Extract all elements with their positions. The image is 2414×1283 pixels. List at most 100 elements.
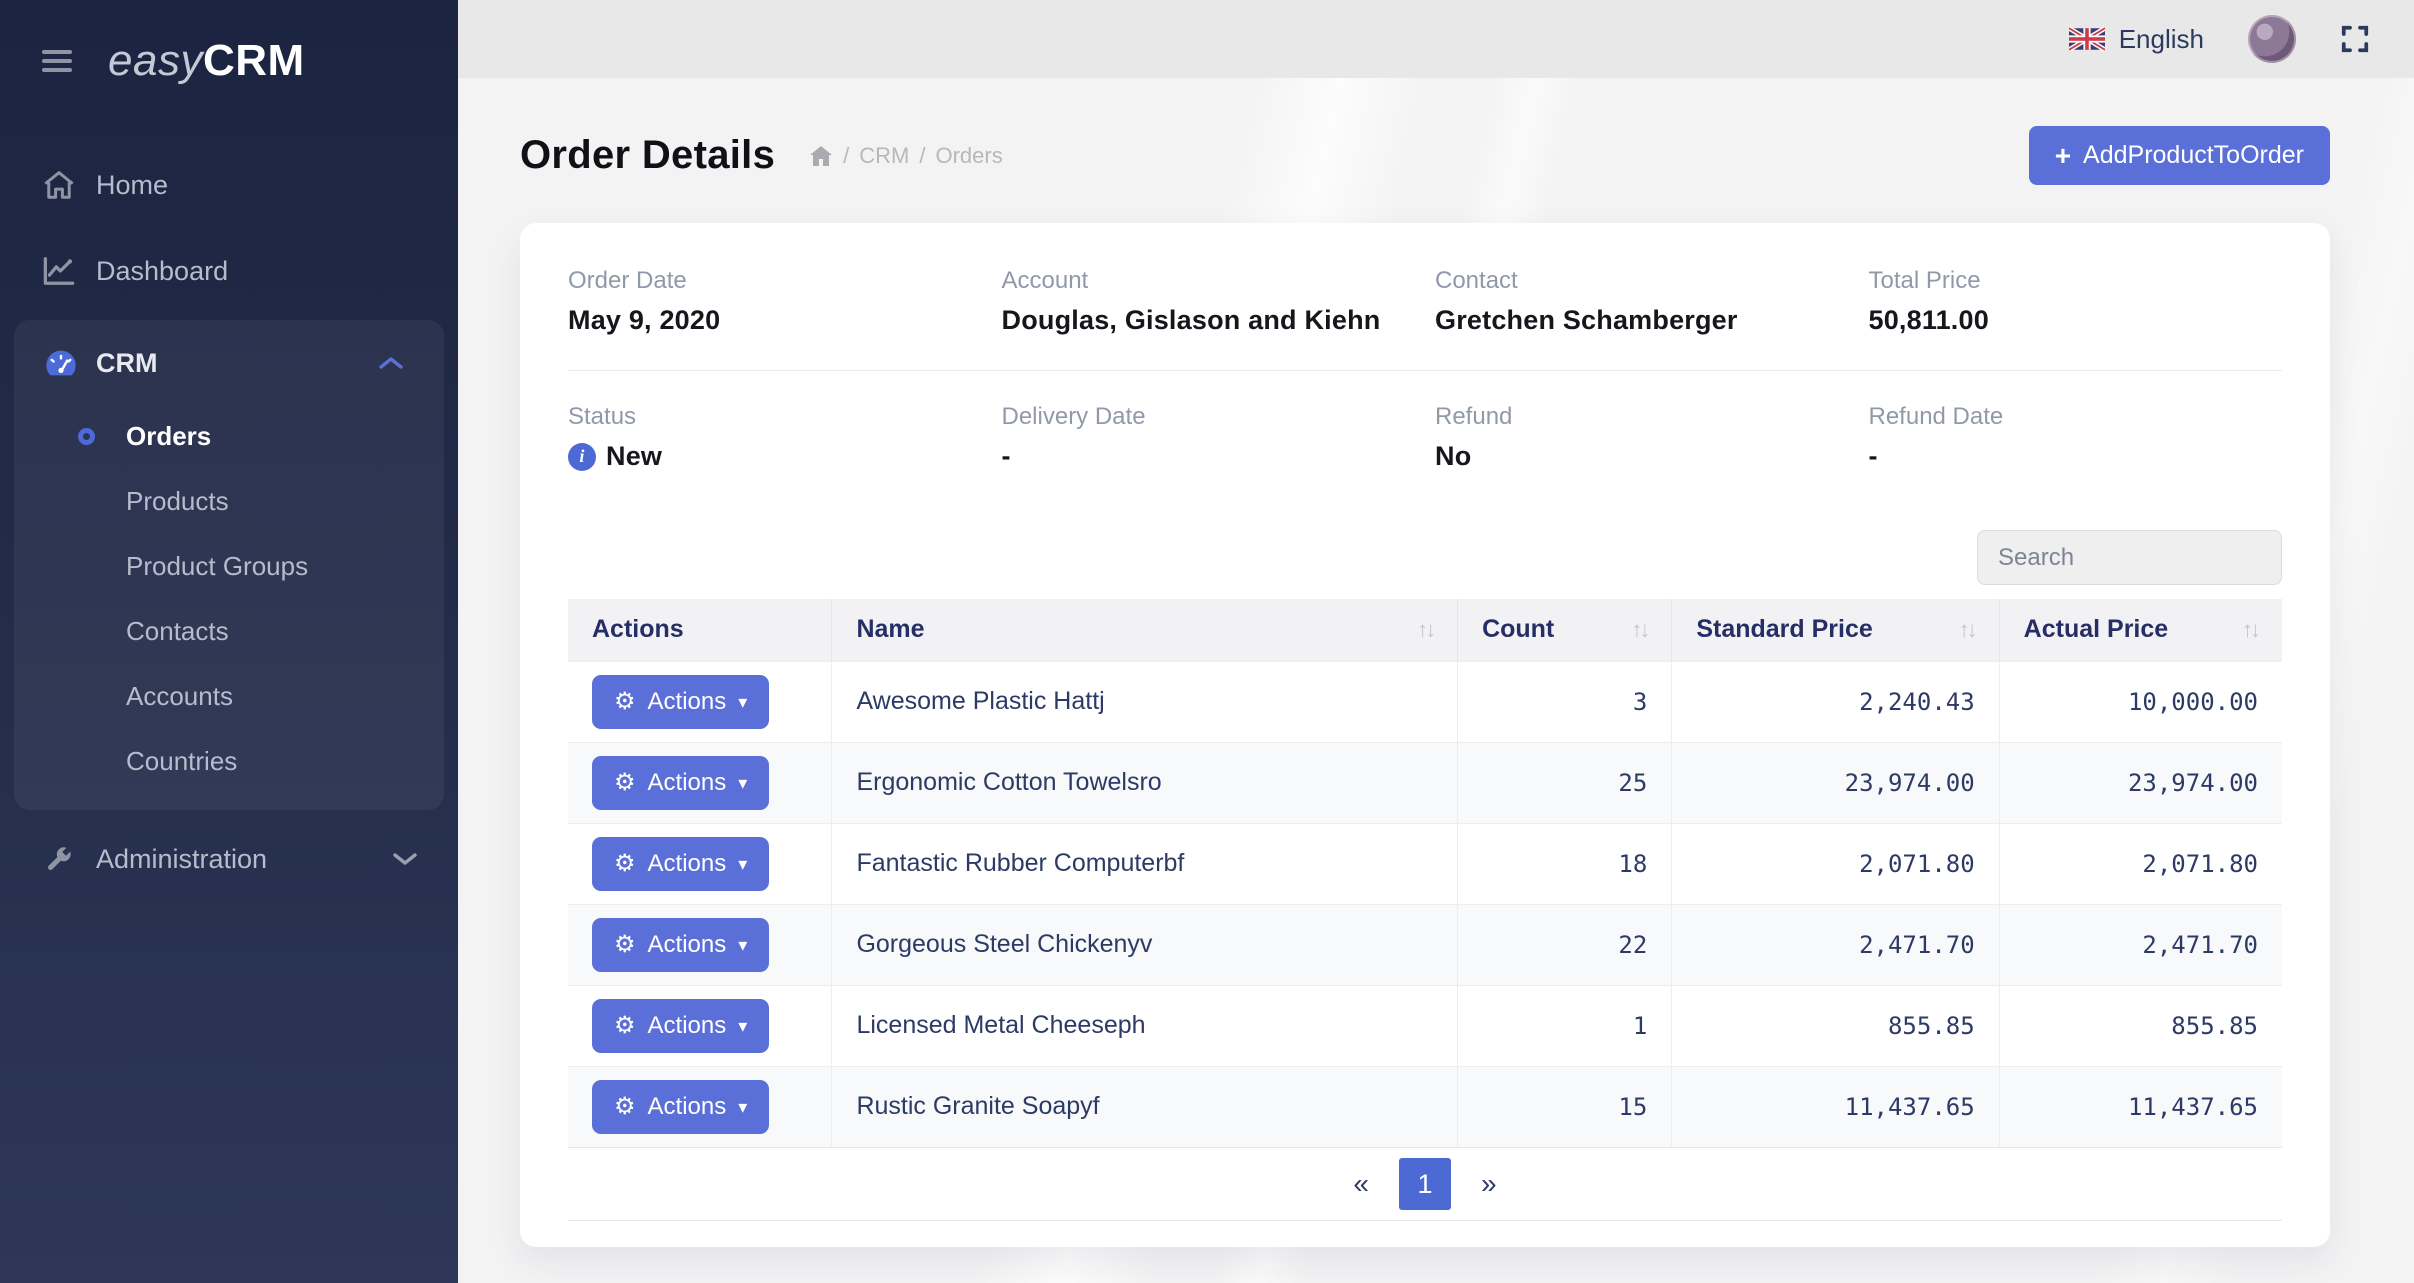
row-actions-button[interactable]: ⚙Actions▾ bbox=[592, 999, 769, 1053]
language-selector[interactable]: English bbox=[2069, 24, 2204, 55]
caret-down-icon: ▾ bbox=[738, 774, 747, 792]
field-value: No bbox=[1435, 441, 1849, 472]
sidebar-item-administration[interactable]: Administration bbox=[0, 816, 458, 902]
field-label: Status bbox=[568, 403, 982, 431]
gear-icon: ⚙ bbox=[614, 690, 636, 714]
column-header-name[interactable]: Name↑↓ bbox=[832, 599, 1458, 661]
row-actions-button[interactable]: ⚙Actions▾ bbox=[592, 918, 769, 972]
sort-icon[interactable]: ↑↓ bbox=[1417, 617, 1433, 643]
cell-count: 3 bbox=[1458, 661, 1672, 742]
field-label: Total Price bbox=[1869, 267, 2283, 295]
row-actions-button[interactable]: ⚙Actions▾ bbox=[592, 675, 769, 729]
cell-name: Ergonomic Cotton Towelsro bbox=[832, 742, 1458, 823]
sidebar-item-home[interactable]: Home bbox=[0, 142, 458, 228]
table-row: ⚙Actions▾ Gorgeous Steel Chickenyv 22 2,… bbox=[568, 904, 2282, 985]
field-value: 50,811.00 bbox=[1869, 305, 2283, 336]
field-status: Status i New bbox=[568, 403, 982, 472]
breadcrumb-link-orders[interactable]: Orders bbox=[935, 143, 1002, 169]
menu-icon[interactable] bbox=[42, 50, 72, 72]
field-order-date: Order Date May 9, 2020 bbox=[568, 267, 982, 336]
caret-down-icon: ▾ bbox=[738, 693, 747, 711]
sidebar-group-crm: CRM Orders Products Product Groups bbox=[14, 320, 444, 810]
sidebar-item-label: Product Groups bbox=[126, 551, 308, 582]
field-value: - bbox=[1869, 441, 2283, 472]
sort-icon[interactable]: ↑↓ bbox=[2242, 617, 2258, 643]
sidebar-item-crm[interactable]: CRM bbox=[14, 322, 444, 404]
sort-icon[interactable]: ↑↓ bbox=[1959, 617, 1975, 643]
pagination-next-button[interactable]: » bbox=[1461, 1168, 1517, 1200]
sidebar-item-product-groups[interactable]: Product Groups bbox=[14, 534, 444, 599]
field-account: Account Douglas, Gislason and Kiehn bbox=[1002, 267, 1416, 336]
sidebar-item-accounts[interactable]: Accounts bbox=[14, 664, 444, 729]
sidebar: easyCRM Home Dashboard bbox=[0, 0, 458, 1283]
sidebar-item-countries[interactable]: Countries bbox=[14, 729, 444, 794]
cell-actual-price: 10,000.00 bbox=[1999, 661, 2282, 742]
table-row: ⚙Actions▾ Fantastic Rubber Computerbf 18… bbox=[568, 823, 2282, 904]
info-icon[interactable]: i bbox=[568, 443, 596, 471]
gear-icon: ⚙ bbox=[614, 852, 636, 876]
field-label: Refund bbox=[1435, 403, 1849, 431]
column-header-actual-price[interactable]: Actual Price↑↓ bbox=[1999, 599, 2282, 661]
brand-logo[interactable]: easyCRM bbox=[108, 36, 305, 86]
sidebar-item-orders[interactable]: Orders bbox=[14, 404, 444, 469]
cell-standard-price: 2,240.43 bbox=[1672, 661, 1999, 742]
chevron-up-icon bbox=[378, 355, 404, 371]
active-bullet-icon bbox=[78, 428, 126, 445]
topbar: English bbox=[458, 0, 2414, 78]
sidebar-item-label: CRM bbox=[96, 348, 378, 379]
breadcrumb-link-crm[interactable]: CRM bbox=[859, 143, 909, 169]
row-actions-button[interactable]: ⚙Actions▾ bbox=[592, 1080, 769, 1134]
cell-count: 22 bbox=[1458, 904, 1672, 985]
cell-name: Licensed Metal Cheeseph bbox=[832, 985, 1458, 1066]
field-refund-date: Refund Date - bbox=[1869, 403, 2283, 472]
caret-down-icon: ▾ bbox=[738, 936, 747, 954]
page-header: Order Details / CRM / Orders + AddProduc… bbox=[520, 126, 2330, 185]
cell-name: Gorgeous Steel Chickenyv bbox=[832, 904, 1458, 985]
chevron-down-icon bbox=[392, 851, 418, 867]
fullscreen-icon[interactable] bbox=[2340, 24, 2370, 54]
field-total-price: Total Price 50,811.00 bbox=[1869, 267, 2283, 336]
brand-prefix: easy bbox=[108, 36, 203, 85]
field-label: Contact bbox=[1435, 267, 1849, 295]
pagination-prev-button[interactable]: « bbox=[1333, 1168, 1389, 1200]
status-value: New bbox=[606, 441, 662, 472]
sidebar-nav: Home Dashboard CRM bbox=[0, 116, 458, 902]
user-avatar[interactable] bbox=[2248, 15, 2296, 63]
row-actions-button[interactable]: ⚙Actions▾ bbox=[592, 756, 769, 810]
field-label: Refund Date bbox=[1869, 403, 2283, 431]
language-label: English bbox=[2119, 24, 2204, 55]
table-row: ⚙Actions▾ Licensed Metal Cheeseph 1 855.… bbox=[568, 985, 2282, 1066]
search-row bbox=[568, 530, 2282, 585]
cell-count: 25 bbox=[1458, 742, 1672, 823]
cell-standard-price: 2,471.70 bbox=[1672, 904, 1999, 985]
plus-icon: + bbox=[2055, 142, 2071, 170]
column-header-count[interactable]: Count↑↓ bbox=[1458, 599, 1672, 661]
caret-down-icon: ▾ bbox=[738, 1017, 747, 1035]
wrench-icon bbox=[42, 844, 96, 874]
home-breadcrumb-icon[interactable] bbox=[809, 145, 833, 167]
sidebar-item-contacts[interactable]: Contacts bbox=[14, 599, 444, 664]
brand-row: easyCRM bbox=[0, 0, 458, 116]
add-product-to-order-button[interactable]: + AddProductToOrder bbox=[2029, 126, 2330, 185]
gear-icon: ⚙ bbox=[614, 1014, 636, 1038]
sidebar-item-products[interactable]: Products bbox=[14, 469, 444, 534]
breadcrumb-separator: / bbox=[919, 143, 925, 169]
cell-standard-price: 23,974.00 bbox=[1672, 742, 1999, 823]
table-header-row: Actions Name↑↓ Count↑↓ Standard Price↑↓ … bbox=[568, 599, 2282, 661]
cell-standard-price: 855.85 bbox=[1672, 985, 1999, 1066]
search-input[interactable] bbox=[1977, 530, 2282, 585]
column-header-standard-price[interactable]: Standard Price↑↓ bbox=[1672, 599, 1999, 661]
sidebar-item-dashboard[interactable]: Dashboard bbox=[0, 228, 458, 314]
caret-down-icon: ▾ bbox=[738, 1098, 747, 1116]
field-contact: Contact Gretchen Schamberger bbox=[1435, 267, 1849, 336]
field-label: Account bbox=[1002, 267, 1416, 295]
sort-icon[interactable]: ↑↓ bbox=[1631, 617, 1647, 643]
home-icon bbox=[42, 170, 96, 200]
field-refund: Refund No bbox=[1435, 403, 1849, 472]
pagination: « 1 » bbox=[568, 1147, 2282, 1221]
column-header-actions: Actions bbox=[568, 599, 832, 661]
pagination-page-1[interactable]: 1 bbox=[1399, 1158, 1451, 1210]
row-actions-button[interactable]: ⚙Actions▾ bbox=[592, 837, 769, 891]
gauge-icon bbox=[42, 346, 96, 380]
field-value: Gretchen Schamberger bbox=[1435, 305, 1849, 336]
